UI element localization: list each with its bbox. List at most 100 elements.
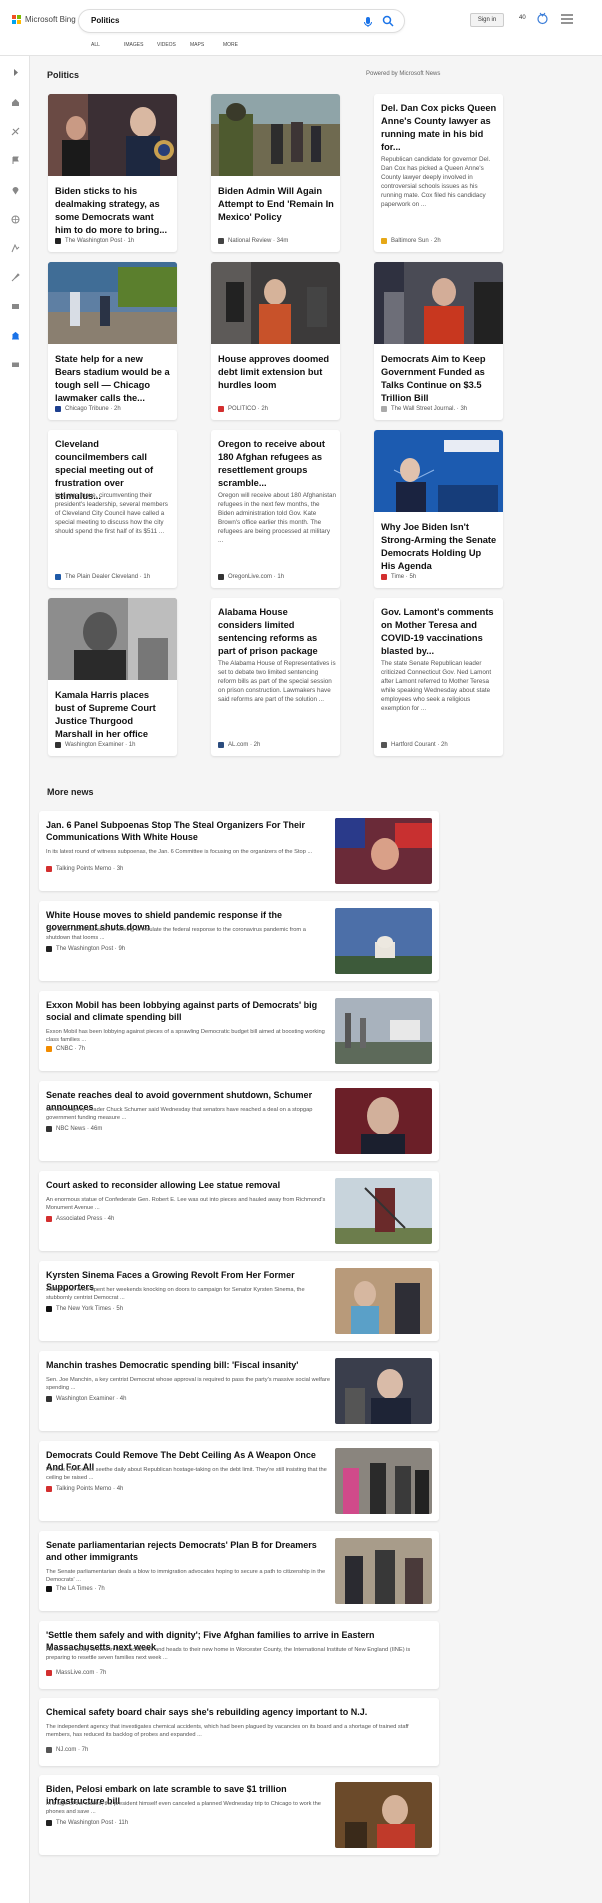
tab-all[interactable]: ALL	[91, 42, 124, 48]
news-photo-border-patrol[interactable]	[211, 94, 340, 176]
tab-videos[interactable]: VIDEOS	[157, 42, 190, 48]
globe-icon[interactable]	[11, 215, 20, 224]
tools-icon[interactable]	[11, 127, 20, 136]
news-card[interactable]: House approves doomed debt limit extensi…	[211, 262, 340, 420]
rewards-points[interactable]: 40	[519, 15, 526, 21]
card-source[interactable]: OregonLive.com · 1h	[218, 574, 284, 580]
news-source[interactable]: Talking Points Memo · 4h	[46, 1486, 123, 1492]
news-photo-pelosi-reporters[interactable]	[211, 262, 340, 344]
news-title[interactable]: Court asked to reconsider allowing Lee s…	[46, 1179, 326, 1191]
card-title[interactable]: House approves doomed debt limit extensi…	[218, 353, 334, 392]
home-icon[interactable]	[11, 98, 20, 107]
news-source[interactable]: The New York Times · 5h	[46, 1306, 123, 1312]
news-photo-biden-build-back-better[interactable]	[374, 430, 503, 512]
tab-more[interactable]: MORE	[223, 42, 256, 48]
sign-in-button[interactable]: Sign in	[470, 13, 504, 27]
card-title[interactable]: State help for a new Bears stadium would…	[55, 353, 171, 405]
sports-icon[interactable]	[11, 244, 20, 253]
news-source[interactable]: Associated Press · 4h	[46, 1216, 114, 1222]
news-source[interactable]: The Washington Post · 9h	[46, 946, 125, 952]
news-source[interactable]: CNBC · 7h	[46, 1046, 85, 1052]
news-title[interactable]: Exxon Mobil has been lobbying against pa…	[46, 999, 326, 1023]
news-list-item[interactable]: Kyrsten Sinema Faces a Growing Revolt Fr…	[39, 1261, 439, 1341]
search-box[interactable]: Politics	[78, 9, 405, 33]
location-pin-icon[interactable]	[11, 186, 20, 195]
news-photo-thurgood-marshall[interactable]	[48, 598, 177, 680]
news-card[interactable]: Gov. Lamont's comments on Mother Teresa …	[374, 598, 503, 756]
card-source[interactable]: AL.com · 2h	[218, 742, 260, 748]
card-source[interactable]: National Review · 34m	[218, 238, 288, 244]
news-source[interactable]: NJ.com · 7h	[46, 1747, 88, 1753]
card-source[interactable]: Time · 5h	[381, 574, 416, 580]
news-list-item[interactable]: 'Settle them safely and with dignity'; F…	[39, 1621, 439, 1689]
card-title[interactable]: Democrats Aim to Keep Government Funded …	[381, 353, 497, 405]
card-title[interactable]: Kamala Harris places bust of Supreme Cou…	[55, 689, 171, 741]
news-card[interactable]: Biden Admin Will Again Attempt to End 'R…	[211, 94, 340, 252]
news-source[interactable]: Washington Examiner · 4h	[46, 1396, 126, 1402]
news-thumbnail-pelosi-podium[interactable]	[335, 1782, 432, 1848]
politics-capitol-icon[interactable]	[11, 331, 20, 340]
news-card[interactable]: Why Joe Biden Isn't Strong-Arming the Se…	[374, 430, 503, 588]
money-icon[interactable]	[11, 360, 20, 369]
news-thumbnail-senate-hallway[interactable]	[335, 1538, 432, 1604]
entertainment-icon[interactable]	[11, 302, 20, 311]
news-source[interactable]: MassLive.com · 7h	[46, 1670, 106, 1676]
card-source[interactable]: The Wall Street Journal. · 3h	[381, 406, 467, 412]
news-thumbnail-manchin[interactable]	[335, 1358, 432, 1424]
card-source[interactable]: The Washington Post · 1h	[55, 238, 134, 244]
news-card[interactable]: Kamala Harris places bust of Supreme Cou…	[48, 598, 177, 756]
tab-maps[interactable]: MAPS	[190, 42, 223, 48]
news-source[interactable]: The Washington Post · 11h	[46, 1820, 128, 1826]
news-card[interactable]: Del. Dan Cox picks Queen Anne's County l…	[374, 94, 503, 252]
card-title[interactable]: Why Joe Biden Isn't Strong-Arming the Se…	[381, 521, 497, 573]
news-card[interactable]: Alabama House considers limited sentenci…	[211, 598, 340, 756]
powered-by-label[interactable]: Powered by Microsoft News	[366, 71, 440, 77]
flag-icon[interactable]	[11, 156, 20, 165]
card-source[interactable]: POLITICO · 2h	[218, 406, 268, 412]
rocket-icon[interactable]	[11, 273, 20, 282]
expand-arrow-icon[interactable]	[11, 68, 20, 77]
card-title[interactable]: Gov. Lamont's comments on Mother Teresa …	[381, 606, 497, 658]
card-source[interactable]: Washington Examiner · 1h	[55, 742, 135, 748]
news-thumbnail-sinema[interactable]	[335, 1268, 432, 1334]
news-title[interactable]: Jan. 6 Panel Subpoenas Stop The Steal Or…	[46, 819, 326, 843]
news-list-item[interactable]: Senate parliamentarian rejects Democrats…	[39, 1531, 439, 1611]
news-source[interactable]: NBC News · 46m	[46, 1126, 102, 1132]
tab-images[interactable]: IMAGES	[124, 42, 157, 48]
news-thumbnail-white-house[interactable]	[335, 908, 432, 974]
news-thumbnail-schumer[interactable]	[335, 1088, 432, 1154]
news-card[interactable]: State help for a new Bears stadium would…	[48, 262, 177, 420]
news-photo-pelosi-mask[interactable]	[374, 262, 503, 344]
news-list-item[interactable]: White House moves to shield pandemic res…	[39, 901, 439, 981]
card-title[interactable]: Alabama House considers limited sentenci…	[218, 606, 334, 658]
bing-logo[interactable]: Microsoft Bing	[12, 15, 76, 24]
news-card[interactable]: Oregon to receive about 180 Afghan refug…	[211, 430, 340, 588]
news-list-item[interactable]: Senate reaches deal to avoid government …	[39, 1081, 439, 1161]
news-source[interactable]: The LA Times · 7h	[46, 1586, 105, 1592]
news-photo-chicago-street[interactable]	[48, 262, 177, 344]
card-title[interactable]: Biden Admin Will Again Attempt to End 'R…	[218, 185, 334, 224]
card-source[interactable]: Baltimore Sun · 2h	[381, 238, 441, 244]
news-thumbnail-democrats-capitol[interactable]	[335, 1448, 432, 1514]
card-title[interactable]: Del. Dan Cox picks Queen Anne's County l…	[381, 102, 497, 154]
news-list-item[interactable]: Exxon Mobil has been lobbying against pa…	[39, 991, 439, 1071]
news-list-item[interactable]: Court asked to reconsider allowing Lee s…	[39, 1171, 439, 1251]
microphone-icon[interactable]	[362, 16, 374, 28]
news-source[interactable]: Talking Points Memo · 3h	[46, 866, 123, 872]
news-list-item[interactable]: Democrats Could Remove The Debt Ceiling …	[39, 1441, 439, 1521]
news-thumbnail-protest-flags[interactable]	[335, 818, 432, 884]
card-source[interactable]: Chicago Tribune · 2h	[55, 406, 121, 412]
news-thumbnail-lee-statue[interactable]	[335, 1178, 432, 1244]
news-title[interactable]: Senate parliamentarian rejects Democrats…	[46, 1539, 326, 1563]
news-card[interactable]: Democrats Aim to Keep Government Funded …	[374, 262, 503, 420]
card-title[interactable]: Biden sticks to his dealmaking strategy,…	[55, 185, 171, 237]
news-thumbnail-exxon-refinery[interactable]	[335, 998, 432, 1064]
news-list-item[interactable]: Jan. 6 Panel Subpoenas Stop The Steal Or…	[39, 811, 439, 891]
card-title[interactable]: Oregon to receive about 180 Afghan refug…	[218, 438, 334, 490]
search-input[interactable]: Politics	[91, 16, 119, 25]
card-source[interactable]: Hartford Courant · 2h	[381, 742, 448, 748]
search-icon[interactable]	[382, 15, 394, 27]
news-list-item[interactable]: Biden, Pelosi embark on late scramble to…	[39, 1775, 439, 1855]
news-photo-biden-podium[interactable]	[48, 94, 177, 176]
news-card[interactable]: Biden sticks to his dealmaking strategy,…	[48, 94, 177, 252]
